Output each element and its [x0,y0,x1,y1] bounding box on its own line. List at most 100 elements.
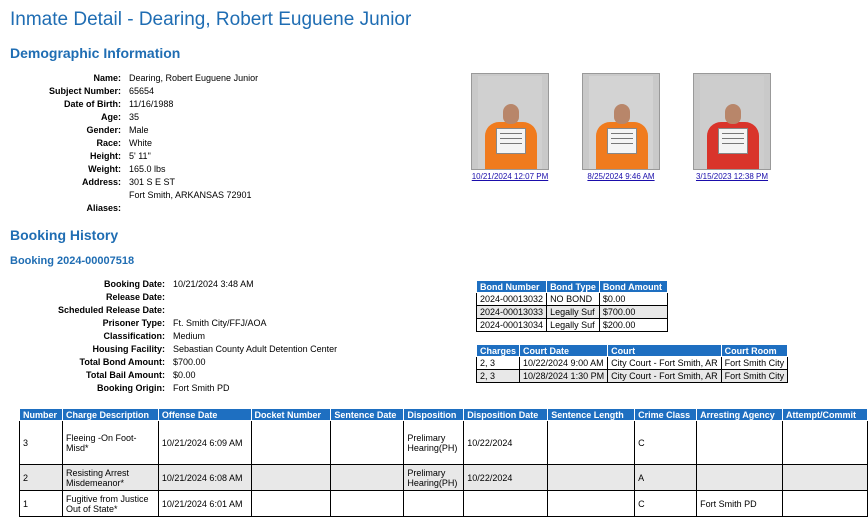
mugshot-image[interactable] [471,73,549,170]
charge-cell: Fugitive from Justice Out of State* [61,490,159,517]
charges-col-header: Offense Date [157,408,252,421]
charge-cell [463,490,549,517]
charge-cell [403,490,465,517]
charge-cell: Fleeing -On Foot-Misd* [61,420,159,465]
address-line-2: Fort Smith, ARKANSAS 72901 [129,190,252,200]
charge-cell: 3 [19,420,63,465]
bond-row: 2024-00013034 Legally Suf $200.00 [475,318,668,332]
charge-cell: A [634,464,698,491]
booking-value: $700.00 [173,357,206,367]
court-col-header: Court [607,344,722,357]
demo-label: Age: [101,112,121,122]
charge-row: 1 Fugitive from Justice Out of State* 10… [19,490,868,517]
charges-col-header: Crime Class [634,408,698,421]
page-title: Inmate Detail - Dearing, Robert Euguene … [10,9,412,30]
demo-label: Height: [90,151,121,161]
demo-row-age: Age: 35 [10,111,258,124]
mugshot-image[interactable] [582,73,660,170]
charge-cell: C [634,420,698,465]
charges-col-header: Arresting Agency [696,408,784,421]
booking-label: Prisoner Type: [102,318,165,328]
demo-label: Weight: [88,164,121,174]
demo-label: Subject Number: [48,86,121,96]
booking-value: $0.00 [173,370,196,380]
photo-date-link[interactable]: 10/21/2024 12:07 PM [471,172,549,181]
booking-value: Medium [173,331,206,341]
charge-cell [782,420,868,465]
charge-cell [696,464,784,491]
charge-cell: Prelimary Hearing(PH) [403,420,465,465]
charge-cell [330,464,405,491]
charge-cell: 10/22/2024 [463,420,549,465]
demo-row-gender: Gender: Male [10,124,258,137]
bond-col-header: Bond Amount [598,280,668,293]
charge-cell [782,464,868,491]
court-row: 2, 3 10/22/2024 9:00 AM City Court - For… [475,356,789,370]
demo-row-race: Race: White [10,137,258,150]
demo-row-aliases: Aliases: [10,202,258,215]
bond-cell: $700.00 [598,305,668,319]
charge-cell [330,420,405,465]
photo-date-link[interactable]: 3/15/2023 12:38 PM [693,172,771,181]
demo-row-dob: Date of Birth: 11/16/1988 [10,98,258,111]
booking-label: Scheduled Release Date: [57,305,165,315]
photo-placard [718,128,748,154]
booking-photo-2[interactable]: 8/25/2024 9:46 AM [582,73,660,181]
court-cell: 2, 3 [475,356,521,370]
charge-cell [250,490,332,517]
demo-value: 5' 11" [129,151,151,161]
charge-cell: C [634,490,698,517]
charge-cell: Prelimary Hearing(PH) [403,464,465,491]
booking-details: Booking Date: 10/21/2024 3:48 AM Release … [10,278,337,395]
photo-placard [496,128,526,154]
bond-cell: $200.00 [598,318,668,332]
bond-row: 2024-00013032 NO BOND $0.00 [475,292,668,306]
bond-table: Bond Number Bond Type Bond Amount 2024-0… [475,280,668,332]
booking-value: Ft. Smith City/FFJ/AOA [173,318,267,328]
demo-label: Date of Birth: [64,99,121,109]
charges-col-header: Disposition [403,408,465,421]
booking-label: Booking Origin: [97,383,165,393]
charges-header-row: Number Charge Description Offense Date D… [19,408,868,421]
charge-cell [330,490,405,517]
charge-cell: Fort Smith PD [696,490,784,517]
charge-cell [250,420,332,465]
booking-label: Booking Date: [103,279,165,289]
bond-cell: 2024-00013033 [475,305,548,319]
photo-head [503,104,519,124]
bond-cell: 2024-00013034 [475,318,548,332]
photo-date-link[interactable]: 8/25/2024 9:46 AM [582,172,660,181]
address-line-1: 301 S E ST [129,177,176,187]
mugshot-image[interactable] [693,73,771,170]
charge-cell: 10/21/2024 6:09 AM [157,420,252,465]
photo-head [725,104,741,124]
demo-value: 11/16/1988 [129,99,174,109]
demo-row-weight: Weight: 165.0 lbs [10,163,258,176]
booking-number-title: Booking 2024-00007518 [10,255,135,267]
booking-photo-3[interactable]: 3/15/2023 12:38 PM [693,73,771,181]
court-table: Charges Court Date Court Court Room 2, 3… [475,344,789,383]
demo-row-subject-number: Subject Number: 65654 [10,85,258,98]
court-col-header: Court Room [720,344,789,357]
booking-row-bond-total: Total Bond Amount: $700.00 [10,356,337,369]
booking-row-bail-total: Total Bail Amount: $0.00 [10,369,337,382]
bond-cell: Legally Suf [546,305,600,319]
charge-cell [696,420,784,465]
charges-col-header: Sentence Date [330,408,405,421]
demo-label: Aliases: [86,203,121,213]
court-cell: 10/22/2024 9:00 AM [519,356,609,370]
demo-label: Gender: [86,125,121,135]
charge-cell [547,420,636,465]
demo-value: Dearing, Robert Euguene Junior [129,73,259,83]
booking-history-heading: Booking History [10,227,119,243]
booking-value: Sebastian County Adult Detention Center [173,344,338,354]
demo-value: 65654 [129,86,155,96]
demo-value: 165.0 lbs [129,164,166,174]
booking-label: Housing Facility: [92,344,165,354]
booking-row-date: Booking Date: 10/21/2024 3:48 AM [10,278,337,291]
booking-photo-1[interactable]: 10/21/2024 12:07 PM [471,73,549,181]
photo-head [614,104,630,124]
bond-cell: NO BOND [546,292,600,306]
charge-cell: 10/21/2024 6:01 AM [157,490,252,517]
charges-col-header: Docket Number [250,408,332,421]
